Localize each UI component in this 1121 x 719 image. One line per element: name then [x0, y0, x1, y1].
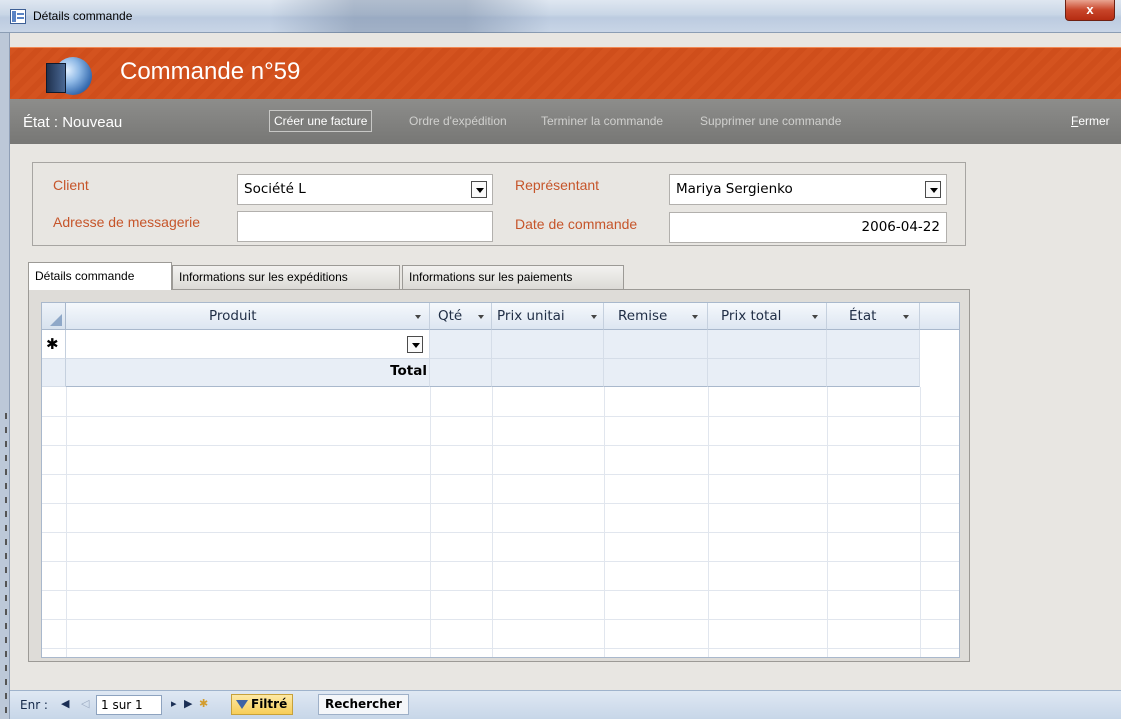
- window-title: Détails commande: [33, 9, 133, 23]
- application-window: Détails commande x Commande n°59 État : …: [0, 0, 1121, 719]
- new-record-icon: ✱: [46, 335, 59, 353]
- column-header-prix-unitaire[interactable]: Prix unitai: [492, 303, 604, 330]
- column-header-label: Produit: [209, 308, 257, 324]
- tab-order-details[interactable]: Détails commande: [28, 262, 172, 290]
- order-state: État : Nouveau: [23, 114, 122, 131]
- close-label: ermer: [1078, 114, 1110, 128]
- window-left-border: [0, 33, 10, 719]
- previous-record-icon[interactable]: ◁: [81, 697, 89, 710]
- new-record-selector[interactable]: ✱: [42, 330, 66, 359]
- address-label: Adresse de messagerie: [53, 214, 201, 230]
- sort-filter-arrow-icon[interactable]: [478, 315, 484, 319]
- sort-filter-arrow-icon[interactable]: [692, 315, 698, 319]
- column-header-label: Prix unitai: [497, 308, 565, 324]
- filter-toggle-button[interactable]: Filtré: [231, 694, 294, 715]
- new-record-icon[interactable]: ✱: [199, 697, 208, 710]
- column-header-prix-total[interactable]: Prix total: [708, 303, 827, 330]
- sort-filter-arrow-icon[interactable]: [812, 315, 818, 319]
- order-logo-icon: [44, 55, 94, 95]
- form-body: Client Société L Adresse de messagerie R…: [10, 144, 1121, 689]
- total-cell-prix-unitaire: [492, 359, 604, 387]
- column-header-label: Remise: [618, 308, 668, 324]
- total-cell-qte: [430, 359, 492, 387]
- form-header: Commande n°59: [10, 47, 1121, 99]
- order-details-panel: Produit Qté Prix unitai Remise Prix tota…: [28, 289, 970, 662]
- sort-filter-arrow-icon[interactable]: [903, 315, 909, 319]
- total-cell-remise: [604, 359, 708, 387]
- table-cell-etat[interactable]: [827, 330, 920, 359]
- funnel-icon: [236, 700, 248, 709]
- tab-shipping-info[interactable]: Informations sur les expéditions: [172, 265, 400, 289]
- order-lines-datasheet: Produit Qté Prix unitai Remise Prix tota…: [41, 302, 960, 658]
- representative-dropdown-button[interactable]: [925, 181, 941, 198]
- current-record-field[interactable]: 1 sur 1: [96, 695, 162, 715]
- shipping-order-button[interactable]: Ordre d'expédition: [409, 114, 507, 128]
- table-cell-produit[interactable]: [66, 330, 430, 359]
- address-field[interactable]: [237, 211, 493, 242]
- total-cell-prix-total: [708, 359, 827, 387]
- title-bar: Détails commande x: [0, 0, 1121, 33]
- total-label-cell: Total: [66, 359, 430, 387]
- record-label: Enr :: [20, 698, 48, 712]
- column-header-qte[interactable]: Qté: [430, 303, 492, 330]
- sort-filter-arrow-icon[interactable]: [415, 315, 421, 319]
- filter-label: Filtré: [251, 697, 288, 711]
- column-header-filler: [920, 303, 959, 330]
- client-dropdown-button[interactable]: [471, 181, 487, 198]
- title-bar-background-watermark: [270, 0, 550, 33]
- next-record-icon[interactable]: ▸: [171, 697, 177, 710]
- state-value: Nouveau: [62, 114, 123, 131]
- product-dropdown-button[interactable]: [407, 336, 423, 353]
- order-date-label: Date de commande: [515, 216, 638, 232]
- close-window-button[interactable]: x: [1065, 0, 1115, 21]
- representative-label: Représentant: [515, 177, 600, 193]
- client-label: Client: [53, 177, 89, 193]
- table-cell-remise[interactable]: [604, 330, 708, 359]
- last-record-icon[interactable]: ▶: [184, 697, 192, 710]
- representative-combobox[interactable]: Mariya Sergienko: [669, 174, 947, 205]
- column-header-etat[interactable]: État: [827, 303, 920, 330]
- total-row-selector: [42, 359, 66, 387]
- column-header-label: Qté: [438, 308, 463, 324]
- total-cell-etat: [827, 359, 920, 387]
- tab-payment-info[interactable]: Informations sur les paiements: [402, 265, 624, 289]
- complete-order-button[interactable]: Terminer la commande: [541, 114, 663, 128]
- search-box[interactable]: Rechercher: [318, 694, 409, 715]
- order-date-field[interactable]: 2006-04-22: [669, 212, 947, 243]
- sort-filter-arrow-icon[interactable]: [591, 315, 597, 319]
- state-label: État :: [23, 114, 59, 131]
- first-record-icon[interactable]: ◀: [61, 697, 69, 710]
- column-header-label: Prix total: [721, 308, 782, 324]
- client-combobox[interactable]: Société L: [237, 174, 493, 205]
- table-cell-prix-unitaire[interactable]: [492, 330, 604, 359]
- action-bar: État : Nouveau Créer une facture Ordre d…: [10, 99, 1121, 144]
- delete-order-button[interactable]: Supprimer une commande: [700, 114, 841, 128]
- create-invoice-button[interactable]: Créer une facture: [269, 110, 373, 132]
- close-form-button[interactable]: Fermer: [1071, 114, 1110, 128]
- record-navigation-bar: Enr : ◀ ◁ 1 sur 1 ▸ ▶ ✱ Filtré Recherche…: [10, 690, 1121, 719]
- column-header-remise[interactable]: Remise: [604, 303, 708, 330]
- select-all-corner[interactable]: [42, 303, 66, 330]
- column-header-produit[interactable]: Produit: [66, 303, 430, 330]
- page-title: Commande n°59: [120, 58, 301, 85]
- table-cell-prix-total[interactable]: [708, 330, 827, 359]
- table-cell-qte[interactable]: [430, 330, 492, 359]
- total-label: Total: [390, 363, 427, 379]
- form-icon: [10, 9, 26, 24]
- column-header-label: État: [849, 308, 877, 324]
